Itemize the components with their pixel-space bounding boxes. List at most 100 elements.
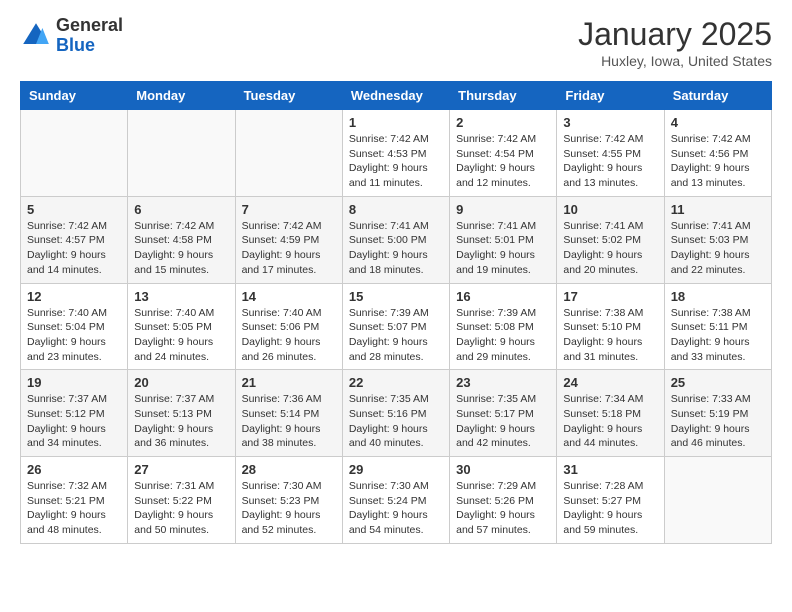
calendar-cell: 23Sunrise: 7:35 AM Sunset: 5:17 PM Dayli… — [450, 370, 557, 457]
calendar-week-row: 5 Sunrise: 7:42 AM Sunset: 4:57 PM Daylig… — [21, 196, 772, 283]
calendar-table: SundayMondayTuesdayWednesdayThursdayFrid… — [20, 81, 772, 544]
day-info: Sunrise: 7:28 AM Sunset: 5:27 PM Dayligh… — [563, 479, 657, 538]
title-block: January 2025 Huxley, Iowa, United States — [578, 16, 772, 69]
day-info: Sunrise: 7:38 AM Sunset: 5:10 PM Dayligh… — [563, 306, 657, 365]
day-info: Sunrise: 7:40 AM Sunset: 5:04 PM Dayligh… — [27, 306, 121, 365]
day-number: 30 — [456, 462, 550, 477]
calendar-body: 1Sunrise: 7:42 AM Sunset: 4:53 PM Daylig… — [21, 110, 772, 544]
calendar-week-row: 19 Sunrise: 7:37 AM Sunset: 5:12 PM Dayli… — [21, 370, 772, 457]
weekday-header: Friday — [557, 82, 664, 110]
day-number: 4 — [671, 115, 765, 130]
calendar-week-row: 26 Sunrise: 7:32 AM Sunset: 5:21 PM Dayli… — [21, 457, 772, 544]
calendar-cell: 3 Sunrise: 7:42 AM Sunset: 4:55 PM Daylig… — [557, 110, 664, 197]
day-info: Sunrise: 7:42 AM Sunset: 4:58 PM Dayligh… — [134, 219, 228, 278]
calendar-cell: 13 Sunrise: 7:40 AM Sunset: 5:05 PM Dayli… — [128, 283, 235, 370]
calendar-cell: 12Sunrise: 7:40 AM Sunset: 5:04 PM Dayli… — [21, 283, 128, 370]
day-info: Sunrise: 7:32 AM Sunset: 5:21 PM Dayligh… — [27, 479, 121, 538]
calendar-cell: 29Sunrise: 7:30 AM Sunset: 5:24 PM Dayli… — [342, 457, 449, 544]
calendar-cell: 28 Sunrise: 7:30 AM Sunset: 5:23 PM Dayli… — [235, 457, 342, 544]
day-info: Sunrise: 7:42 AM Sunset: 4:59 PM Dayligh… — [242, 219, 336, 278]
calendar-cell: 18 Sunrise: 7:38 AM Sunset: 5:11 PM Dayli… — [664, 283, 771, 370]
day-info: Sunrise: 7:35 AM Sunset: 5:16 PM Dayligh… — [349, 392, 443, 451]
day-number: 20 — [134, 375, 228, 390]
calendar-cell: 20 Sunrise: 7:37 AM Sunset: 5:13 PM Dayli… — [128, 370, 235, 457]
day-info: Sunrise: 7:41 AM Sunset: 5:02 PM Dayligh… — [563, 219, 657, 278]
calendar-cell: 6 Sunrise: 7:42 AM Sunset: 4:58 PM Daylig… — [128, 196, 235, 283]
weekday-header: Saturday — [664, 82, 771, 110]
calendar-cell: 24Sunrise: 7:34 AM Sunset: 5:18 PM Dayli… — [557, 370, 664, 457]
calendar-cell — [128, 110, 235, 197]
calendar-cell: 9Sunrise: 7:41 AM Sunset: 5:01 PM Daylig… — [450, 196, 557, 283]
day-number: 16 — [456, 289, 550, 304]
calendar-cell: 11Sunrise: 7:41 AM Sunset: 5:03 PM Dayli… — [664, 196, 771, 283]
day-number: 28 — [242, 462, 336, 477]
calendar-header: SundayMondayTuesdayWednesdayThursdayFrid… — [21, 82, 772, 110]
day-number: 13 — [134, 289, 228, 304]
weekday-header: Thursday — [450, 82, 557, 110]
day-number: 31 — [563, 462, 657, 477]
day-info: Sunrise: 7:42 AM Sunset: 4:57 PM Dayligh… — [27, 219, 121, 278]
day-info: Sunrise: 7:42 AM Sunset: 4:56 PM Dayligh… — [671, 132, 765, 191]
day-info: Sunrise: 7:41 AM Sunset: 5:00 PM Dayligh… — [349, 219, 443, 278]
calendar-cell: 21 Sunrise: 7:36 AM Sunset: 5:14 PM Dayli… — [235, 370, 342, 457]
calendar-cell: 30Sunrise: 7:29 AM Sunset: 5:26 PM Dayli… — [450, 457, 557, 544]
logo-text: General Blue — [56, 16, 123, 56]
weekday-header: Tuesday — [235, 82, 342, 110]
day-number: 10 — [563, 202, 657, 217]
day-info: Sunrise: 7:31 AM Sunset: 5:22 PM Dayligh… — [134, 479, 228, 538]
calendar-cell: 8 Sunrise: 7:41 AM Sunset: 5:00 PM Daylig… — [342, 196, 449, 283]
day-info: Sunrise: 7:42 AM Sunset: 4:55 PM Dayligh… — [563, 132, 657, 191]
calendar-cell: 10 Sunrise: 7:41 AM Sunset: 5:02 PM Dayli… — [557, 196, 664, 283]
day-number: 23 — [456, 375, 550, 390]
day-number: 8 — [349, 202, 443, 217]
calendar-cell: 15 Sunrise: 7:39 AM Sunset: 5:07 PM Dayli… — [342, 283, 449, 370]
day-number: 27 — [134, 462, 228, 477]
day-info: Sunrise: 7:42 AM Sunset: 4:53 PM Dayligh… — [349, 132, 443, 191]
day-number: 18 — [671, 289, 765, 304]
day-number: 17 — [563, 289, 657, 304]
page-header: General Blue January 2025 Huxley, Iowa, … — [20, 16, 772, 69]
calendar-week-row: 1Sunrise: 7:42 AM Sunset: 4:53 PM Daylig… — [21, 110, 772, 197]
calendar-cell: 22Sunrise: 7:35 AM Sunset: 5:16 PM Dayli… — [342, 370, 449, 457]
day-number: 15 — [349, 289, 443, 304]
day-info: Sunrise: 7:37 AM Sunset: 5:12 PM Dayligh… — [27, 392, 121, 451]
calendar-cell: 5 Sunrise: 7:42 AM Sunset: 4:57 PM Daylig… — [21, 196, 128, 283]
location: Huxley, Iowa, United States — [578, 53, 772, 69]
day-number: 9 — [456, 202, 550, 217]
day-number: 5 — [27, 202, 121, 217]
calendar-cell: 4 Sunrise: 7:42 AM Sunset: 4:56 PM Daylig… — [664, 110, 771, 197]
calendar-cell: 1Sunrise: 7:42 AM Sunset: 4:53 PM Daylig… — [342, 110, 449, 197]
day-number: 19 — [27, 375, 121, 390]
weekday-header: Wednesday — [342, 82, 449, 110]
day-info: Sunrise: 7:33 AM Sunset: 5:19 PM Dayligh… — [671, 392, 765, 451]
calendar-cell: 16 Sunrise: 7:39 AM Sunset: 5:08 PM Dayli… — [450, 283, 557, 370]
weekday-header: Monday — [128, 82, 235, 110]
month-title: January 2025 — [578, 16, 772, 53]
day-info: Sunrise: 7:39 AM Sunset: 5:07 PM Dayligh… — [349, 306, 443, 365]
day-info: Sunrise: 7:40 AM Sunset: 5:06 PM Dayligh… — [242, 306, 336, 365]
calendar-cell: 2 Sunrise: 7:42 AM Sunset: 4:54 PM Daylig… — [450, 110, 557, 197]
calendar-week-row: 12Sunrise: 7:40 AM Sunset: 5:04 PM Dayli… — [21, 283, 772, 370]
day-info: Sunrise: 7:38 AM Sunset: 5:11 PM Dayligh… — [671, 306, 765, 365]
day-info: Sunrise: 7:30 AM Sunset: 5:23 PM Dayligh… — [242, 479, 336, 538]
day-info: Sunrise: 7:37 AM Sunset: 5:13 PM Dayligh… — [134, 392, 228, 451]
calendar-cell: 7 Sunrise: 7:42 AM Sunset: 4:59 PM Daylig… — [235, 196, 342, 283]
calendar-cell — [21, 110, 128, 197]
day-info: Sunrise: 7:39 AM Sunset: 5:08 PM Dayligh… — [456, 306, 550, 365]
day-number: 6 — [134, 202, 228, 217]
logo-icon — [20, 20, 52, 52]
day-number: 25 — [671, 375, 765, 390]
day-number: 3 — [563, 115, 657, 130]
day-info: Sunrise: 7:42 AM Sunset: 4:54 PM Dayligh… — [456, 132, 550, 191]
day-number: 26 — [27, 462, 121, 477]
day-number: 7 — [242, 202, 336, 217]
day-info: Sunrise: 7:40 AM Sunset: 5:05 PM Dayligh… — [134, 306, 228, 365]
day-info: Sunrise: 7:41 AM Sunset: 5:03 PM Dayligh… — [671, 219, 765, 278]
day-number: 2 — [456, 115, 550, 130]
day-number: 14 — [242, 289, 336, 304]
calendar-cell: 14 Sunrise: 7:40 AM Sunset: 5:06 PM Dayli… — [235, 283, 342, 370]
weekday-header-row: SundayMondayTuesdayWednesdayThursdayFrid… — [21, 82, 772, 110]
calendar-cell — [664, 457, 771, 544]
day-info: Sunrise: 7:36 AM Sunset: 5:14 PM Dayligh… — [242, 392, 336, 451]
day-number: 21 — [242, 375, 336, 390]
